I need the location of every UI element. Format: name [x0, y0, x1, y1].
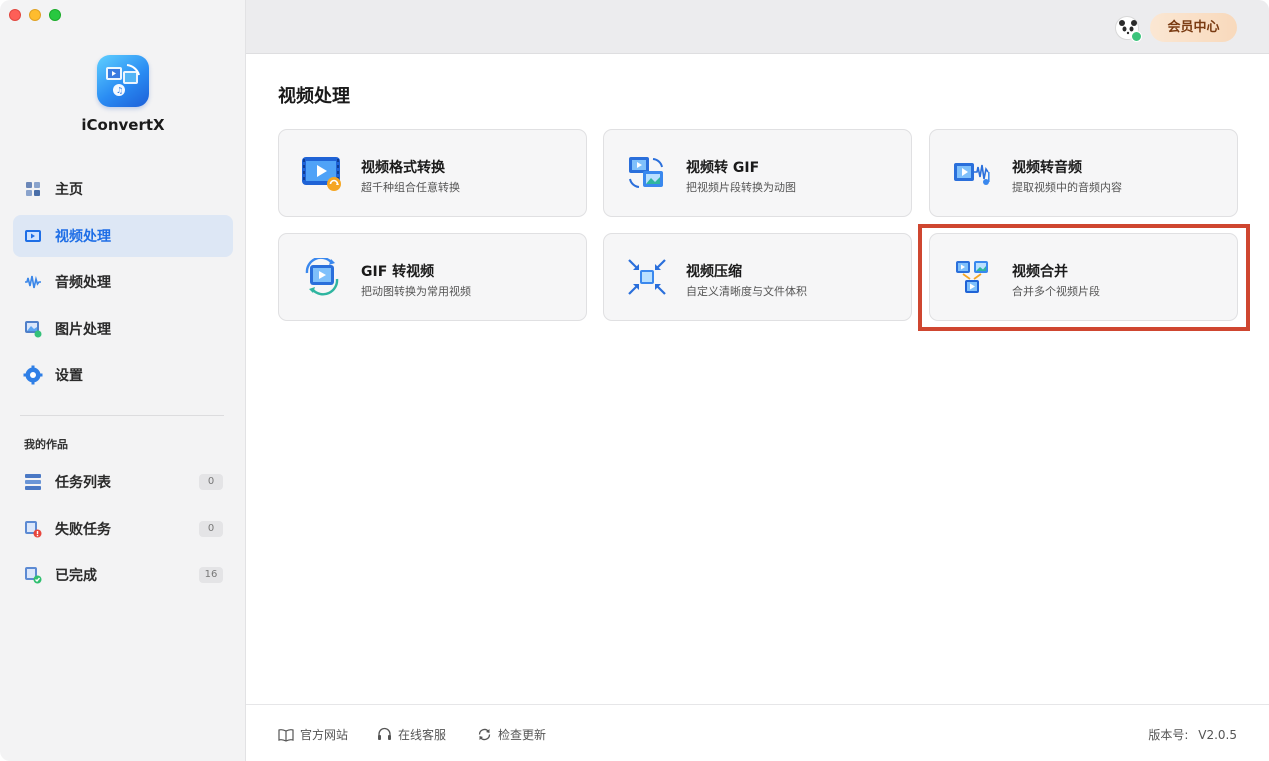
version-info: 版本号: V2.0.5: [1148, 726, 1237, 743]
card-title: 视频格式转换: [361, 160, 445, 176]
sidebar-item-label: 图片处理: [55, 321, 111, 338]
sidebar-item-failed-tasks[interactable]: 失败任务 0: [13, 508, 233, 550]
sidebar-item-label: 已完成: [55, 568, 97, 584]
online-support-link[interactable]: 在线客服: [377, 726, 446, 743]
sidebar-item-label: 设置: [55, 368, 83, 384]
sidebar-item-label: 失败任务: [55, 521, 111, 538]
video-convert-icon: [302, 157, 341, 191]
window-controls: [9, 9, 61, 21]
sidebar-nav: 主页 视频处理 音频处理 图片处理 设置: [13, 168, 233, 401]
refresh-icon: [478, 728, 491, 741]
compress-icon: [628, 259, 666, 295]
count-badge: 16: [199, 567, 223, 583]
version-number: V2.0.5: [1198, 728, 1237, 742]
card-gif-to-video[interactable]: GIF 转视频 把动图转换为常用视频: [278, 233, 587, 321]
video-to-audio-icon: [954, 163, 990, 185]
app-window: ♫ iConvertX 主页 视频处理 音频处理 图片处理 设置 我的作品 任务…: [0, 0, 1269, 761]
close-window-button[interactable]: [9, 9, 21, 21]
card-video-to-audio[interactable]: 视频转音频 提取视频中的音频内容: [929, 129, 1238, 217]
card-description: 把动图转换为常用视频: [361, 285, 471, 298]
app-logo-icon: ♫: [97, 55, 149, 107]
video-to-gif-icon: [629, 157, 663, 188]
sidebar-item-task-list[interactable]: 任务列表 0: [13, 461, 233, 503]
user-avatar[interactable]: [1115, 16, 1142, 42]
svg-text:♫: ♫: [116, 86, 123, 95]
completed-icon: [23, 565, 43, 585]
card-description: 自定义清晰度与文件体积: [686, 285, 807, 298]
card-video-compress[interactable]: 视频压缩 自定义清晰度与文件体积: [603, 233, 912, 321]
app-branding: ♫ iConvertX: [0, 55, 246, 134]
headset-icon: [378, 727, 391, 740]
footer: 官方网站 在线客服 检查更新 版本号: V2.0.5: [246, 704, 1269, 761]
card-description: 合并多个视频片段: [1012, 285, 1100, 298]
merge-icon: [956, 261, 988, 293]
card-video-merge[interactable]: 视频合并 合并多个视频片段: [929, 233, 1238, 321]
card-video-to-gif[interactable]: 视频转 GIF 把视频片段转换为动图: [603, 129, 912, 217]
sidebar-item-label: 音频处理: [55, 275, 111, 291]
check-update-label: 检查更新: [498, 728, 547, 742]
card-description: 超千种组合任意转换: [361, 181, 460, 194]
sidebar-item-audio[interactable]: 音频处理: [13, 261, 233, 303]
book-icon: [278, 728, 294, 742]
sidebar-item-home[interactable]: 主页: [13, 168, 233, 210]
card-description: 把视频片段转换为动图: [686, 181, 796, 194]
count-badge: 0: [199, 474, 223, 490]
page-title: 视频处理: [278, 86, 350, 107]
top-bar: 会员中心: [246, 0, 1269, 54]
minimize-window-button[interactable]: [29, 9, 41, 21]
my-works-list: 任务列表 0 失败任务 0 已完成 16: [13, 461, 233, 601]
check-update-link[interactable]: 检查更新: [477, 726, 546, 743]
audio-wave-icon: [23, 272, 43, 292]
member-center-button[interactable]: 会员中心: [1150, 13, 1237, 42]
official-website-link[interactable]: 官方网站: [278, 726, 348, 743]
sidebar: ♫ iConvertX 主页 视频处理 音频处理 图片处理 设置 我的作品 任务…: [0, 0, 246, 761]
card-description: 提取视频中的音频内容: [1012, 181, 1122, 194]
online-support-label: 在线客服: [398, 728, 447, 742]
app-name: iConvertX: [81, 116, 165, 134]
official-website-label: 官方网站: [300, 728, 349, 742]
sidebar-divider: [20, 415, 224, 416]
home-icon: [23, 179, 43, 199]
card-video-format-convert[interactable]: 视频格式转换 超千种组合任意转换: [278, 129, 587, 217]
card-title: GIF 转视频: [361, 264, 435, 280]
sidebar-item-label: 主页: [55, 182, 83, 198]
main-content: 会员中心 视频处理 视频格式转换 超千种组合任意转换 视频转 GIF 把视频片段…: [246, 0, 1269, 761]
gif-to-video-icon: [305, 258, 339, 296]
vip-badge-icon: [1131, 31, 1142, 42]
card-title: 视频合并: [1012, 264, 1068, 280]
sidebar-item-video[interactable]: 视频处理: [13, 214, 233, 257]
count-badge: 0: [199, 520, 223, 537]
task-list-icon: [23, 472, 43, 492]
sidebar-item-label: 任务列表: [55, 475, 111, 491]
card-title: 视频压缩: [686, 264, 742, 280]
version-label: 版本号:: [1148, 728, 1189, 742]
sidebar-item-settings[interactable]: 设置: [13, 354, 233, 396]
failed-task-icon: [23, 519, 43, 539]
zoom-window-button[interactable]: [49, 9, 61, 21]
my-works-heading: 我的作品: [24, 438, 68, 451]
image-process-icon: [23, 319, 43, 339]
sidebar-item-completed[interactable]: 已完成 16: [13, 554, 233, 596]
video-process-icon: [23, 226, 43, 246]
sidebar-item-image[interactable]: 图片处理: [13, 308, 233, 350]
card-title: 视频转 GIF: [686, 160, 760, 176]
card-title: 视频转音频: [1012, 160, 1082, 176]
gear-icon: [23, 365, 43, 385]
sidebar-item-label: 视频处理: [55, 228, 111, 245]
